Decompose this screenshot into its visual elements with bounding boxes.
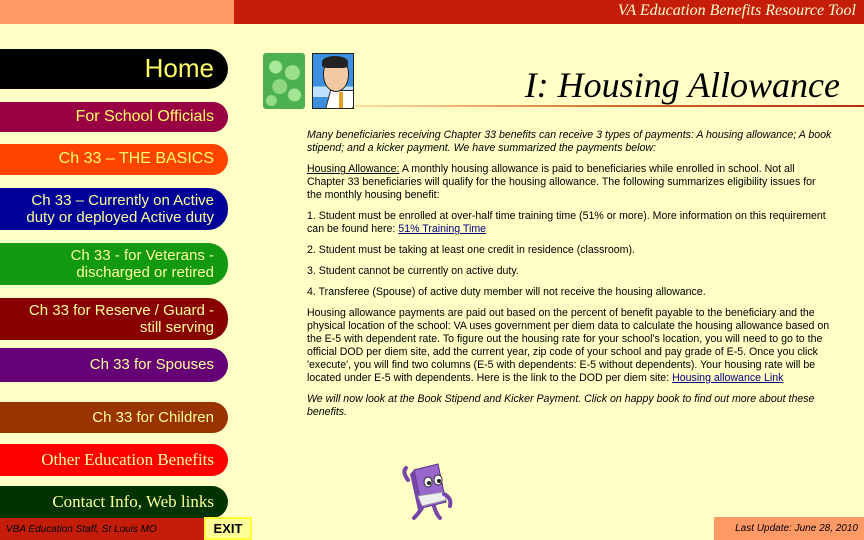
nav-children-label: Ch 33 for Children	[92, 408, 214, 426]
nav-basics[interactable]: Ch 33 – THE BASICS	[0, 144, 228, 175]
top-bar-accent	[0, 0, 234, 24]
eligibility-item-1: 1. Student must be enrolled at over-half…	[307, 210, 832, 236]
payments-paragraph: Housing allowance payments are paid out …	[307, 307, 832, 385]
man-tie	[339, 92, 343, 108]
nav-children[interactable]: Ch 33 for Children	[0, 402, 228, 433]
nav-spouses-label: Ch 33 for Spouses	[89, 356, 214, 374]
last-update: Last Update: June 28, 2010	[714, 517, 864, 540]
title-divider	[355, 105, 864, 107]
intro-text: Many beneficiaries receiving Chapter 33 …	[307, 129, 832, 154]
exit-label: EXIT	[213, 521, 243, 536]
money-image	[263, 53, 305, 109]
main-content: Many beneficiaries receiving Chapter 33 …	[307, 129, 832, 427]
nav-veterans[interactable]: Ch 33 - for Veterans - discharged or ret…	[0, 243, 228, 285]
nav-veterans-label: Ch 33 - for Veterans - discharged or ret…	[70, 246, 214, 281]
nav-home-label: Home	[144, 53, 214, 84]
nav-contact-label: Contact Info, Web links	[52, 492, 214, 512]
app-title: VA Education Benefits Resource Tool	[617, 2, 856, 19]
eligibility-item-3: 3. Student cannot be currently on active…	[307, 265, 519, 277]
happy-book-icon[interactable]	[400, 462, 458, 522]
nav-active-duty[interactable]: Ch 33 – Currently on Active duty or depl…	[0, 188, 228, 230]
item-1-text: 1. Student must be enrolled at over-half…	[307, 210, 826, 235]
eligibility-item-2: 2. Student must be taking at least one c…	[307, 244, 635, 256]
housing-paragraph: Housing Allowance: A monthly housing all…	[307, 163, 832, 202]
nav-other-benefits-label: Other Education Benefits	[41, 450, 214, 470]
nav-basics-label: Ch 33 – THE BASICS	[58, 150, 214, 168]
closing-text: We will now look at the Book Stipend and…	[307, 393, 815, 418]
housing-label: Housing Allowance:	[307, 163, 400, 175]
nav-reserve[interactable]: Ch 33 for Reserve / Guard - still servin…	[0, 298, 228, 340]
man-hair	[322, 56, 348, 68]
businessman-image	[312, 53, 354, 109]
nav-active-duty-label: Ch 33 – Currently on Active duty or depl…	[26, 191, 214, 226]
nav-school-officials-label: For School Officials	[75, 107, 214, 125]
eligibility-item-4: 4. Transferee (Spouse) of active duty me…	[307, 286, 706, 298]
nav-other-benefits[interactable]: Other Education Benefits	[0, 444, 228, 476]
housing-allowance-link[interactable]: Housing allowance Link	[672, 372, 783, 384]
footer-staff-label: VBA Education Staff, St Louis MO	[6, 523, 157, 535]
nav-spouses[interactable]: Ch 33 for Spouses	[0, 348, 228, 382]
last-update-label: Last Update: June 28, 2010	[735, 523, 858, 534]
nav-reserve-label: Ch 33 for Reserve / Guard - still servin…	[28, 301, 214, 336]
nav-home[interactable]: Home	[0, 49, 228, 89]
nav-school-officials[interactable]: For School Officials	[0, 102, 228, 132]
nav-contact[interactable]: Contact Info, Web links	[0, 486, 228, 518]
page-title: I: Housing Allowance	[524, 65, 840, 105]
footer-staff: VBA Education Staff, St Louis MO	[0, 518, 204, 540]
top-bar: VA Education Benefits Resource Tool	[234, 0, 864, 24]
exit-button[interactable]: EXIT	[204, 517, 252, 540]
training-time-link[interactable]: 51% Training Time	[398, 223, 486, 235]
